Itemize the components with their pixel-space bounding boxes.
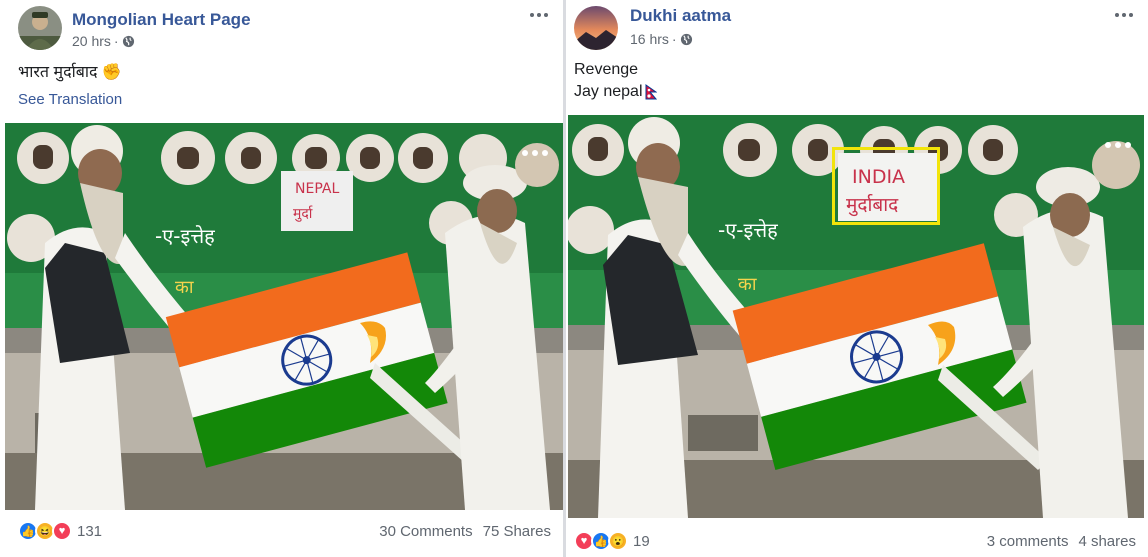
post-header: Dukhi aatma 16 hrs · [566, 0, 1148, 60]
post-text-line: Jay nepal [574, 81, 657, 103]
love-icon: ♥ [52, 521, 72, 541]
author-name[interactable]: Dukhi aatma [630, 6, 731, 26]
avatar[interactable] [574, 6, 618, 50]
nepal-flag-icon [645, 84, 657, 100]
svg-text:मुर्दा: मुर्दा [293, 205, 313, 222]
post-text: भारत मुर्दाबाद ✊ [18, 64, 122, 81]
highlight-box [832, 147, 940, 225]
meta-separator: · [671, 31, 677, 47]
post-timestamp[interactable]: 16 hrs [630, 31, 669, 47]
reactions-summary[interactable]: ♥ 👍 😮 19 [574, 531, 650, 551]
post-card: Mongolian Heart Page 20 hrs · भारत मुर्द… [0, 0, 563, 557]
reaction-count: 131 [77, 522, 103, 540]
svg-text:-ए-इत्तेह: -ए-इत्तेह [155, 224, 215, 248]
post-photo[interactable]: -ए-इत्तेह का NEPAL मुर्दा [5, 123, 563, 510]
post-stats: 3 comments 4 shares [987, 533, 1136, 550]
shares-count[interactable]: 4 shares [1078, 533, 1136, 550]
svg-text:का: का [175, 277, 194, 298]
reaction-count: 19 [633, 532, 650, 550]
post-photo[interactable]: -ए-इत्तेह का INDIA मुर्दाबाद [568, 115, 1144, 518]
post-stats: 30 Comments 75 Shares [379, 523, 551, 540]
svg-text:-ए-इत्तेह: -ए-इत्तेह [718, 218, 778, 242]
author-name[interactable]: Mongolian Heart Page [72, 10, 251, 30]
see-translation-link[interactable]: See Translation [18, 91, 122, 108]
post-meta: 16 hrs · [630, 31, 693, 47]
post-header: Mongolian Heart Page 20 hrs · [0, 0, 563, 60]
placard-text: NEPAL [295, 181, 339, 197]
comments-count[interactable]: 30 Comments [379, 523, 472, 540]
post-timestamp[interactable]: 20 hrs [72, 33, 111, 49]
avatar[interactable] [18, 6, 62, 50]
more-options-icon[interactable] [1110, 4, 1138, 26]
post-footer: 👍 😆 ♥ 131 30 Comments 75 Shares [0, 521, 563, 557]
post-meta: 20 hrs · [72, 33, 135, 49]
meta-separator: · [113, 33, 119, 49]
svg-text:का: का [738, 274, 757, 295]
more-options-icon[interactable] [525, 4, 553, 26]
comments-count[interactable]: 3 comments [987, 533, 1069, 550]
post-text-line: Revenge [574, 61, 639, 78]
reactions-summary[interactable]: 👍 😆 ♥ 131 [18, 521, 102, 541]
globe-icon [122, 35, 134, 47]
post-footer: ♥ 👍 😮 19 3 comments 4 shares [566, 531, 1148, 557]
shares-count[interactable]: 75 Shares [483, 523, 551, 540]
wow-icon: 😮 [608, 531, 628, 551]
post-card: Dukhi aatma 16 hrs · Revenge Jay nepal -… [566, 0, 1148, 557]
globe-icon [680, 33, 692, 45]
